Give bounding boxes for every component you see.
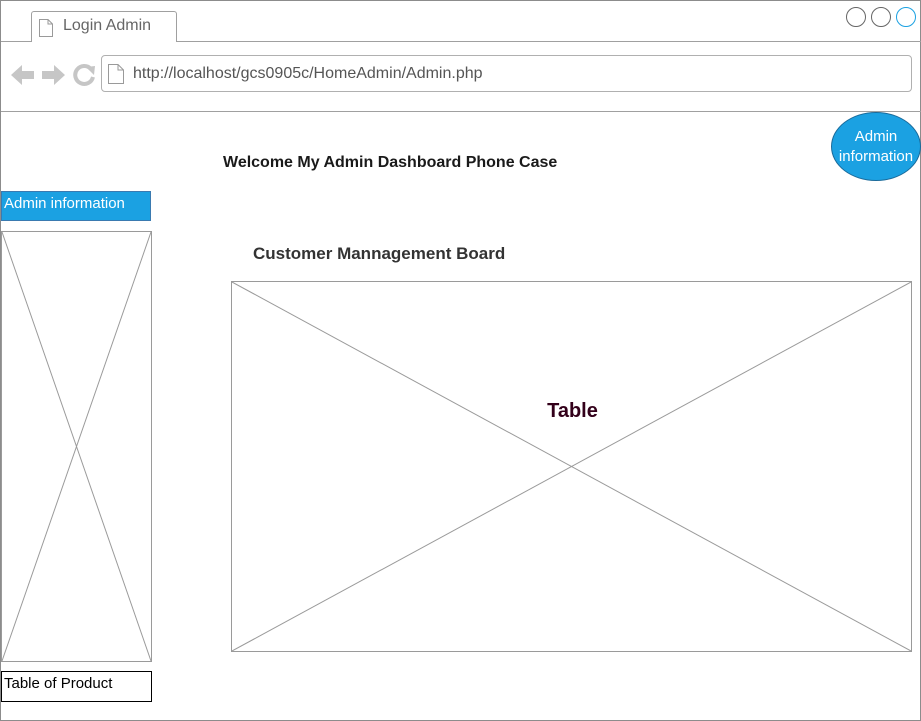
page-icon <box>39 19 53 37</box>
admin-info-button-label: Admin information <box>4 195 125 212</box>
page-title: Welcome My Admin Dashboard Phone Case <box>223 154 558 171</box>
reload-icon[interactable] <box>72 63 96 87</box>
close-button[interactable] <box>896 7 916 27</box>
product-table-label: Table of Product <box>4 675 113 692</box>
page-icon <box>108 64 124 84</box>
browser-window: Login Admin http://localhost/gcs0905c/Ho… <box>0 0 921 721</box>
browser-tab[interactable]: Login Admin <box>31 11 177 42</box>
admin-info-button[interactable]: Admin information <box>1 191 151 221</box>
table-label: Table <box>547 400 598 422</box>
toolbar-divider <box>1 111 921 112</box>
product-table-link[interactable]: Table of Product <box>1 671 152 702</box>
maximize-button[interactable] <box>871 7 891 27</box>
admin-info-circle-button[interactable]: Admin information <box>831 112 921 181</box>
placeholder-cross <box>2 232 151 661</box>
board-title: Customer Mannagement Board <box>253 244 506 263</box>
sidebar-image-placeholder <box>1 231 152 662</box>
minimize-button[interactable] <box>846 7 866 27</box>
url-text: http://localhost/gcs0905c/HomeAdmin/Admi… <box>133 65 483 82</box>
placeholder-cross <box>232 282 911 651</box>
admin-info-circle-label: Admin information <box>838 127 914 165</box>
back-arrow-icon[interactable] <box>11 64 35 86</box>
customer-table-placeholder: Table <box>231 281 912 652</box>
forward-arrow-icon[interactable] <box>41 64 65 86</box>
url-bar[interactable]: http://localhost/gcs0905c/HomeAdmin/Admi… <box>101 55 912 92</box>
tab-title: Login Admin <box>63 17 152 34</box>
